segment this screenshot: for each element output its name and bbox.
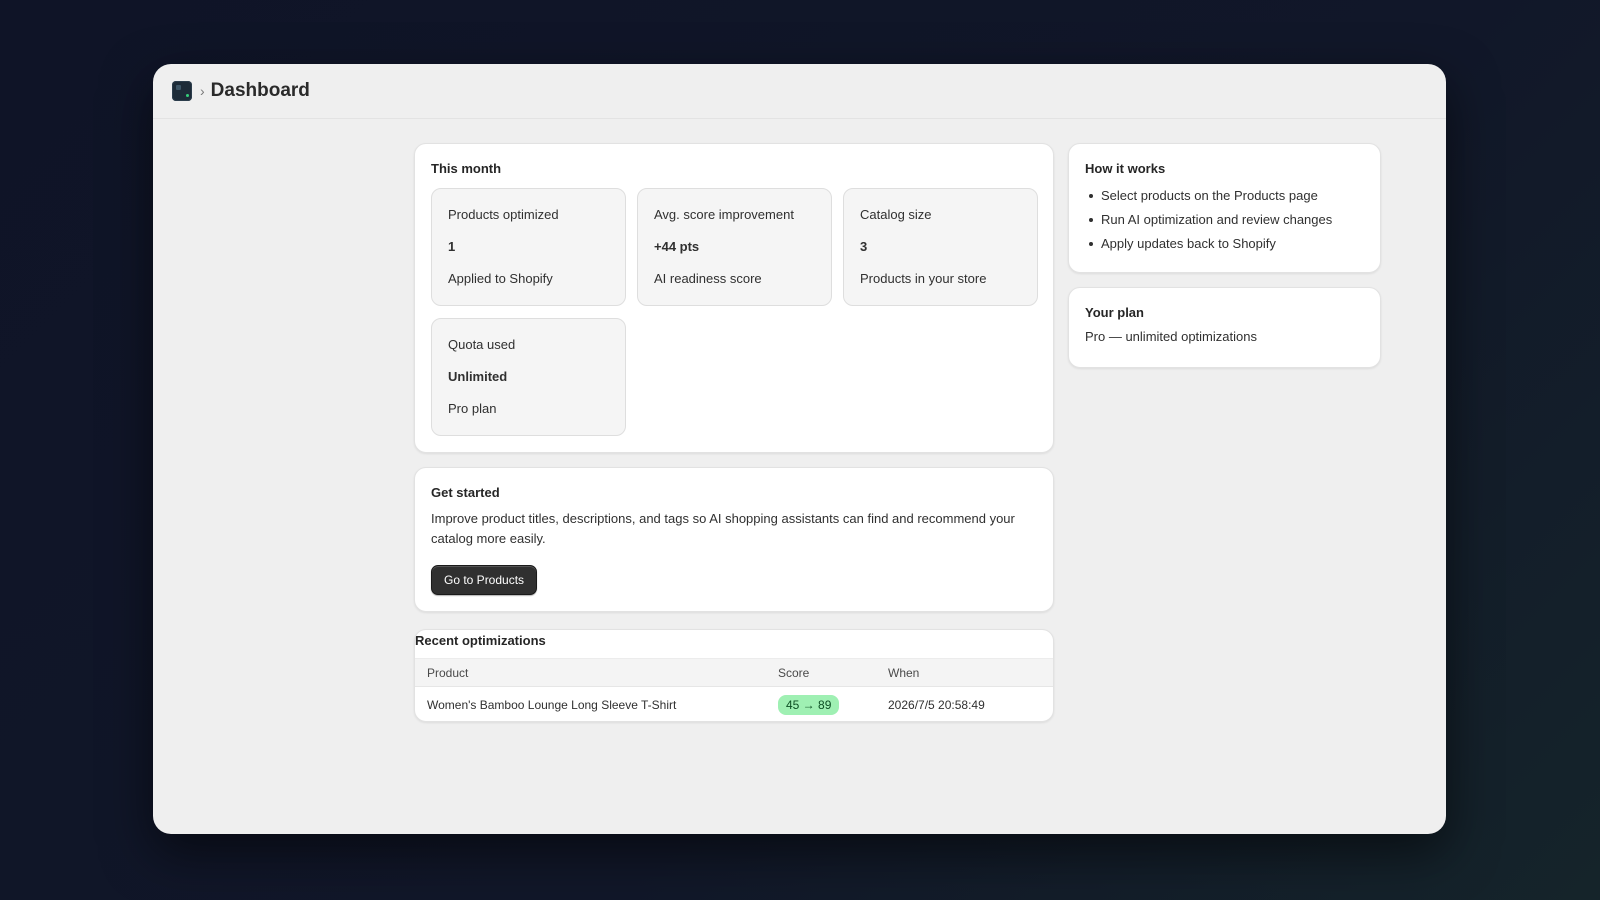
row-product: Women's Bamboo Lounge Long Sleeve T-Shir… bbox=[427, 697, 677, 712]
column-header-when[interactable]: When bbox=[888, 658, 1053, 687]
stat-caption: Pro plan bbox=[448, 401, 497, 416]
how-it-works-card: How it works Select products on the Prod… bbox=[1068, 143, 1381, 273]
stat-value: Unlimited bbox=[448, 369, 508, 384]
stat-value: 1 bbox=[448, 239, 456, 254]
recent-optimizations-table: Product Score When Women's Bamboo Lounge… bbox=[415, 658, 1053, 722]
row-score: 45 → 89 bbox=[778, 687, 888, 722]
app-window: › Dashboard This month Products optimize… bbox=[153, 64, 1446, 834]
stat-avg-score-improvement: Avg. score improvement +44 pts AI readin… bbox=[637, 188, 832, 306]
this-month-title: This month bbox=[431, 161, 502, 176]
how-it-works-title: How it works bbox=[1085, 161, 1166, 176]
stat-label: Quota used bbox=[448, 337, 516, 352]
score-badge: 45 → 89 bbox=[778, 694, 840, 715]
stat-caption: Applied to Shopify bbox=[448, 271, 553, 286]
plan-text: Pro — unlimited optimizations bbox=[1085, 329, 1257, 344]
your-plan-card: Your plan Pro — unlimited optimizations bbox=[1068, 287, 1381, 368]
stat-caption: AI readiness score bbox=[654, 271, 762, 286]
row-when: 2026/7/5 20:58:49 bbox=[888, 697, 985, 712]
stat-caption: Products in your store bbox=[860, 271, 987, 286]
your-plan-title: Your plan bbox=[1085, 305, 1144, 320]
stat-catalog-size: Catalog size 3 Products in your store bbox=[843, 188, 1038, 306]
stat-label: Products optimized bbox=[448, 207, 559, 222]
stat-quota-used: Quota used Unlimited Pro plan bbox=[431, 318, 626, 436]
page-title: Dashboard bbox=[210, 80, 310, 101]
recent-optimizations-card: Recent optimizations Product Score When … bbox=[414, 629, 1054, 722]
recent-optimizations-title: Recent optimizations bbox=[415, 633, 546, 648]
chevron-right-icon: › bbox=[200, 83, 205, 99]
stat-value: +44 pts bbox=[654, 239, 700, 254]
stat-label: Catalog size bbox=[860, 207, 932, 222]
column-header-product[interactable]: Product bbox=[415, 658, 778, 687]
column-header-score[interactable]: Score bbox=[778, 658, 888, 687]
get-started-text: Improve product titles, descriptions, an… bbox=[431, 511, 1015, 546]
go-to-products-button[interactable]: Go to Products bbox=[431, 565, 538, 595]
get-started-card: Get started Improve product titles, desc… bbox=[414, 467, 1054, 612]
table-row[interactable]: Women's Bamboo Lounge Long Sleeve T-Shir… bbox=[415, 687, 1053, 722]
stat-value: 3 bbox=[860, 239, 868, 254]
stat-label: Avg. score improvement bbox=[654, 207, 794, 222]
top-bar: › Dashboard bbox=[153, 64, 1446, 119]
list-item: Apply updates back to Shopify bbox=[1085, 232, 1364, 256]
stat-products-optimized: Products optimized 1 Applied to Shopify bbox=[431, 188, 626, 306]
table-header-row: Product Score When bbox=[415, 658, 1053, 687]
get-started-title: Get started bbox=[431, 485, 500, 500]
list-item: Select products on the Products page bbox=[1085, 184, 1364, 208]
how-it-works-list: Select products on the Products page Run… bbox=[1085, 184, 1364, 256]
this-month-card: This month Products optimized 1 Applied … bbox=[414, 143, 1054, 453]
list-item: Run AI optimization and review changes bbox=[1085, 208, 1364, 232]
app-logo-icon[interactable] bbox=[172, 81, 192, 101]
